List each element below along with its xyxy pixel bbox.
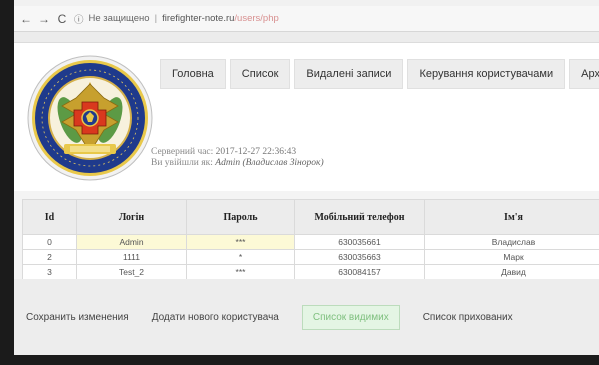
phone-value: 630035663 — [338, 252, 381, 262]
table-row: 2 1111 * 630035663 Марк — [22, 249, 599, 265]
bookmarks-bar — [14, 32, 599, 43]
menu-item-list[interactable]: Список — [229, 59, 291, 89]
bottom-frame — [0, 355, 599, 365]
info-icon[interactable]: ⓘ — [74, 12, 84, 26]
hidden-list-button[interactable]: Список прихованих — [423, 312, 513, 323]
table-row: 0 Admin *** 630035661 Владислав — [22, 234, 599, 250]
name-value: Владислав — [491, 237, 536, 247]
password-field[interactable]: * — [186, 249, 295, 265]
logged-in-label: Ви увійшли як: — [151, 158, 213, 168]
table-row: 3 Test_2 *** 630084157 Давид — [22, 264, 599, 280]
menu-item-archive[interactable]: Архів з — [569, 59, 599, 89]
browser-window: ← → C ⓘ Не защищено | firefighter-note.r… — [14, 0, 599, 365]
name-field[interactable]: Давид — [424, 264, 599, 280]
address-bar: ← → C ⓘ Не защищено | firefighter-note.r… — [14, 6, 599, 32]
server-time-line: Серверний час: 2017-12-27 22:36:43 — [151, 147, 324, 158]
phone-value: 630084157 — [338, 267, 381, 277]
cell-id: 3 — [22, 264, 77, 280]
column-header-login: Логін — [76, 199, 187, 235]
column-header-password: Пароль — [186, 199, 295, 235]
password-value: *** — [235, 267, 246, 277]
login-field[interactable]: Admin — [76, 234, 187, 250]
save-changes-button[interactable]: Сохранить изменения — [26, 312, 129, 323]
phone-value: 630035661 — [338, 237, 381, 247]
users-table: Id Логін Пароль Мобільний телефон Ім'я 0… — [22, 199, 599, 280]
login-value: Admin — [119, 237, 144, 247]
session-info: Серверний час: 2017-12-27 22:36:43 Ви ув… — [151, 147, 324, 169]
page-content: Головна Список Видалені записи Керування… — [14, 43, 599, 365]
table-header-row: Id Логін Пароль Мобільний телефон Ім'я — [22, 199, 599, 235]
login-value: 1111 — [122, 252, 141, 262]
password-field[interactable]: *** — [186, 234, 295, 250]
menu-item-user-management[interactable]: Керування користувачами — [407, 59, 566, 89]
users-table-section: Id Логін Пароль Мобільний телефон Ім'я 0… — [14, 191, 599, 280]
name-field[interactable]: Владислав — [424, 234, 599, 250]
phone-field[interactable]: 630035661 — [294, 234, 425, 250]
cell-id: 2 — [22, 249, 77, 265]
server-time-value: 2017-12-27 22:36:43 — [215, 147, 297, 157]
name-value: Марк — [503, 252, 524, 262]
reload-icon[interactable]: C — [56, 12, 68, 26]
menu-item-deleted-records[interactable]: Видалені записи — [294, 59, 404, 89]
url-host: firefighter-note.ru — [162, 13, 235, 24]
password-value: * — [238, 252, 243, 262]
server-time-label: Серверний час: — [151, 147, 214, 157]
university-emblem-logo — [27, 55, 153, 181]
login-field[interactable]: Test_2 — [76, 264, 187, 280]
action-bar: Сохранить изменения Додати нового корист… — [14, 279, 599, 365]
phone-field[interactable]: 630035663 — [294, 249, 425, 265]
main-menu: Головна Список Видалені записи Керування… — [160, 59, 599, 89]
phone-field[interactable]: 630084157 — [294, 264, 425, 280]
url-field[interactable]: ⓘ Не защищено | firefighter-note.ru/user… — [74, 12, 279, 26]
login-field[interactable]: 1111 — [76, 249, 187, 265]
password-value: *** — [235, 237, 246, 247]
add-user-button[interactable]: Додати нового користувача — [152, 312, 279, 323]
password-field[interactable]: *** — [186, 264, 295, 280]
security-label: Не защищено — [88, 13, 150, 24]
url-separator: | — [154, 13, 158, 24]
logged-in-user: Admin (Владислав Зінорок) — [215, 158, 324, 168]
site-header: Головна Список Видалені записи Керування… — [14, 43, 599, 191]
login-value: Test_2 — [118, 267, 145, 277]
logged-in-line: Ви увійшли як: Admin (Владислав Зінорок) — [151, 158, 324, 169]
url-path: /users/php — [234, 13, 279, 24]
forward-icon[interactable]: → — [38, 12, 50, 26]
visible-list-button[interactable]: Список видимих — [301, 304, 400, 330]
cell-id: 0 — [22, 234, 77, 250]
name-field[interactable]: Марк — [424, 249, 599, 265]
column-header-name: Ім'я — [424, 199, 599, 235]
menu-item-home[interactable]: Головна — [160, 59, 226, 89]
column-header-id: Id — [22, 199, 77, 235]
column-header-phone: Мобільний телефон — [294, 199, 425, 235]
back-icon[interactable]: ← — [20, 12, 32, 26]
name-value: Давид — [501, 267, 526, 277]
